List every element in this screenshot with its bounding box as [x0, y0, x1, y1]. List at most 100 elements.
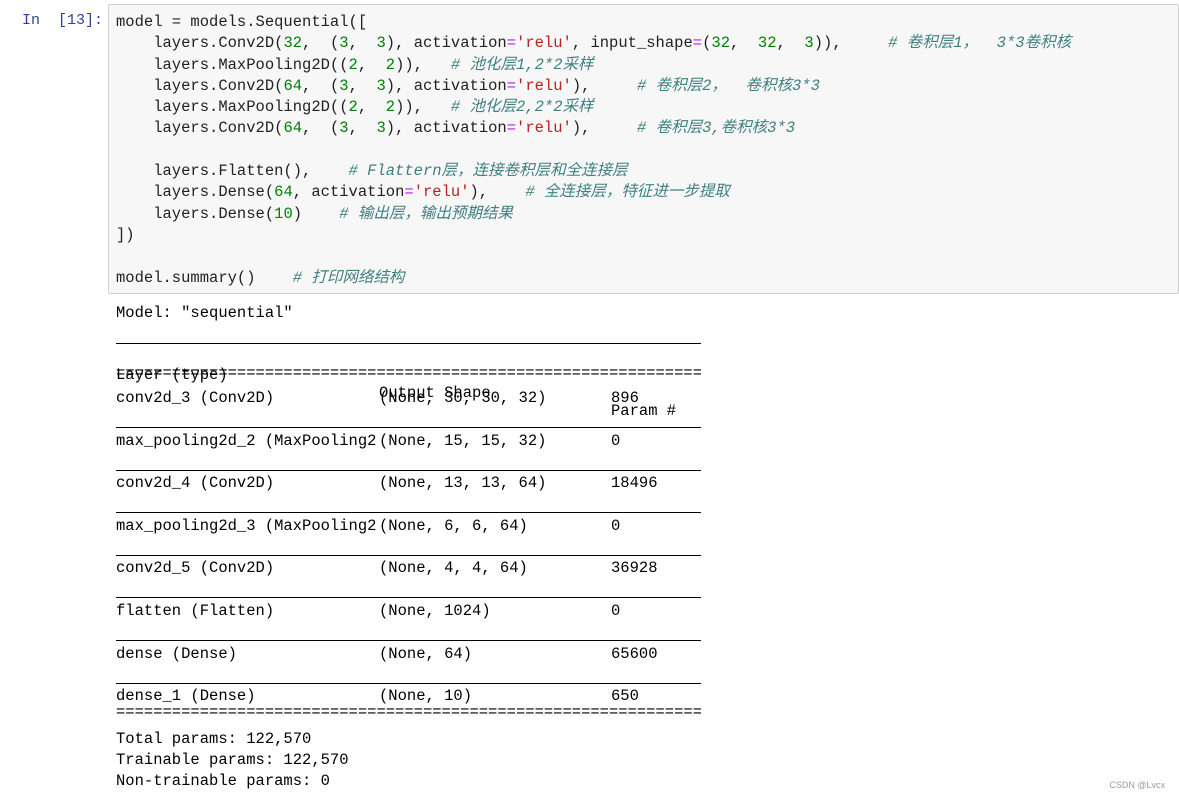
trainable-params: Trainable params: 122,570 — [116, 751, 349, 769]
code-token: = — [692, 34, 703, 53]
code-token: ), activation — [385, 34, 507, 53]
code-token: ) — [292, 204, 340, 223]
code-number: 2 — [348, 55, 358, 74]
table-row: conv2d_4 (Conv2D) (None, 13, 13, 64) 18496 — [116, 474, 701, 494]
code-token: ), — [571, 119, 637, 138]
code-number: 10 — [274, 204, 293, 223]
layer-name-cell: flatten (Flatten) — [116, 602, 275, 620]
param-count-cell: 65600 — [611, 644, 658, 663]
code-token: , — [357, 98, 386, 117]
row-divider — [116, 427, 701, 428]
row-divider — [116, 597, 701, 599]
non-trainable-params: Non-trainable params: 0 — [116, 772, 330, 790]
code-comment: # 全连接层，特征进一步提取 — [525, 183, 730, 202]
code-line: layers.Conv2D(64, (3, 3), activation='re… — [116, 76, 1071, 97]
code-token: = — [506, 76, 517, 95]
code-string: 'relu' — [516, 119, 572, 138]
code-editor[interactable]: model = models.Sequential([ layers.Conv2… — [116, 12, 1071, 289]
code-number: 2 — [385, 98, 396, 117]
code-comment: # 卷积层2， 卷积核3*3 — [636, 76, 820, 95]
summary-top-rule — [116, 343, 701, 344]
code-token: , — [348, 76, 377, 95]
row-divider — [116, 640, 701, 641]
code-token: model = models.Sequential([ — [116, 13, 368, 31]
output-shape-cell: (None, 15, 15, 32) — [379, 431, 547, 450]
table-row: conv2d_5 (Conv2D) (None, 4, 4, 64) 36928 — [116, 559, 701, 579]
layer-name-cell: max_pooling2d_2 (MaxPooling2 — [116, 431, 377, 450]
code-string: 'relu' — [516, 34, 572, 53]
code-token: = — [506, 34, 517, 53]
row-divider — [116, 512, 701, 514]
code-token: layers.Conv2D( — [116, 119, 284, 138]
code-number: 64 — [283, 119, 303, 138]
code-token: , ( — [302, 76, 340, 95]
code-token: layers.Conv2D( — [116, 76, 284, 95]
code-number: 32 — [711, 34, 730, 53]
row-divider — [116, 682, 701, 684]
layer-name-cell: conv2d_5 (Conv2D) — [116, 559, 275, 578]
output-shape-cell: (None, 6, 6, 64) — [379, 516, 528, 535]
code-token: , ( — [302, 34, 340, 53]
code-line: model = models.Sequential([ — [116, 12, 1071, 33]
code-line: layers.Flatten(), # Flattern层，连接卷积层和全连接层 — [116, 161, 1071, 182]
code-line: layers.MaxPooling2D((2, 2)), # 池化层2,2*2采… — [116, 97, 1071, 118]
code-token: , input_shape — [571, 34, 693, 53]
code-comment: # 池化层2,2*2采样 — [450, 98, 594, 117]
code-number: 3 — [376, 119, 386, 138]
total-params: Total params: 122,570 — [116, 730, 312, 748]
code-token: layers.MaxPooling2D(( — [116, 55, 349, 74]
code-line: layers.MaxPooling2D((2, 2)), # 池化层1,2*2采… — [116, 55, 1071, 76]
code-token: , — [730, 34, 758, 53]
layer-name-cell: conv2d_4 (Conv2D) — [116, 474, 275, 493]
code-cell-input[interactable]: model = models.Sequential([ layers.Conv2… — [108, 4, 1179, 294]
code-token: ]) — [116, 225, 135, 244]
table-row: flatten (Flatten) (None, 1024) 0 — [116, 602, 701, 622]
param-count-cell: 0 — [611, 431, 621, 450]
cell-prompt: In [13]: — [22, 12, 104, 29]
code-comment: # 卷积层1， 3*3卷积核 — [888, 34, 1072, 53]
code-line: layers.Conv2D(64, (3, 3), activation='re… — [116, 118, 1071, 139]
code-number: 64 — [274, 183, 293, 202]
code-token: layers.Dense( — [116, 204, 275, 223]
output-shape-cell: (None, 64) — [379, 644, 473, 663]
code-comment: # 池化层1,2*2采样 — [450, 55, 594, 74]
code-line: model.summary() # 打印网络结构 — [116, 268, 1071, 289]
code-token: , — [348, 34, 377, 53]
code-comment: # 打印网络结构 — [292, 268, 405, 287]
code-line: layers.Dense(64, activation='relu'), # 全… — [116, 182, 1071, 203]
row-divider — [116, 469, 701, 471]
summary-header-rule: ========================================… — [116, 364, 701, 382]
code-number: 3 — [339, 34, 349, 53]
code-number: 3 — [339, 119, 349, 138]
code-token: ( — [702, 34, 712, 53]
code-line: ]) — [116, 225, 1071, 246]
code-token: , — [357, 55, 386, 74]
output-shape-cell: (None, 13, 13, 64) — [379, 474, 547, 493]
code-token: = — [506, 119, 517, 138]
code-number: 32 — [757, 34, 777, 53]
code-token: )), — [395, 55, 451, 74]
table-row: max_pooling2d_2 (MaxPooling2 (None, 15, 1… — [116, 432, 701, 452]
output-shape-cell: (None, 30, 30, 32) — [379, 389, 547, 407]
code-token: )), — [813, 34, 889, 53]
code-token: layers.MaxPooling2D(( — [116, 98, 349, 117]
code-number: 64 — [283, 76, 303, 95]
cell-output: Model: "sequential" Layer (type) Output … — [116, 304, 701, 790]
code-string: 'relu' — [413, 183, 470, 202]
code-line: layers.Conv2D(32, (3, 3), activation='re… — [116, 33, 1071, 54]
code-token: = — [404, 183, 414, 202]
output-shape-cell: (None, 4, 4, 64) — [379, 559, 528, 578]
output-shape-cell: (None, 1024) — [379, 602, 491, 620]
code-token: , ( — [302, 119, 340, 138]
code-number: 32 — [283, 34, 303, 53]
code-number: 2 — [348, 98, 358, 117]
table-row: max_pooling2d_3 (MaxPooling2 (None, 6, 6,… — [116, 517, 701, 537]
code-token: layers.Flatten(), — [116, 162, 349, 181]
code-token: , activation — [292, 183, 405, 202]
code-token: ), activation — [385, 119, 507, 138]
layer-name-cell: max_pooling2d_3 (MaxPooling2 — [116, 516, 377, 535]
code-number: 3 — [339, 76, 349, 95]
code-token: layers.Conv2D( — [116, 34, 284, 53]
